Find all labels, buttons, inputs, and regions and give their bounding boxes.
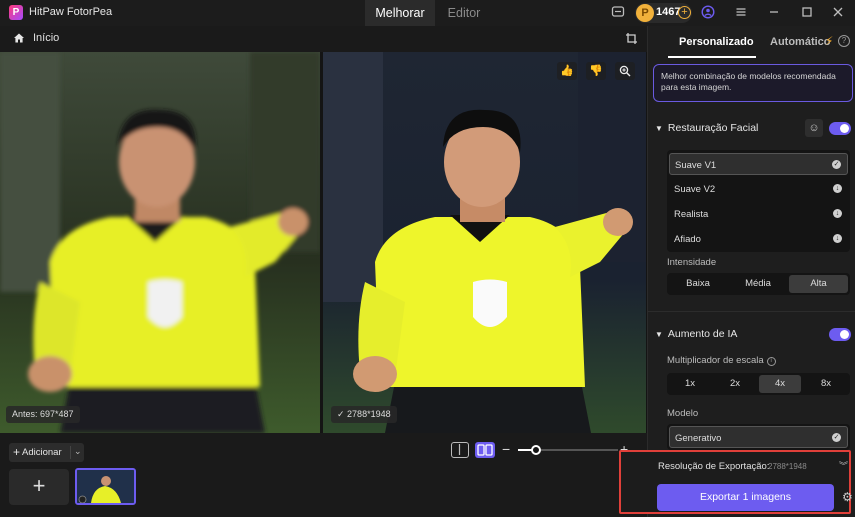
zoom-slider-handle[interactable] — [531, 445, 541, 455]
face-model-label: Suave V2 — [674, 184, 716, 195]
face-model-list: Suave V1 ✓ Suave V2 ↓ Realista ↓ Afiado ↓ — [667, 150, 850, 252]
coin-icon: P — [636, 4, 654, 22]
title-bar: P HitPaw FotorPea Melhorar Editor P 1467… — [0, 0, 855, 26]
scale-selector: 1x 2x 4x 8x — [667, 373, 850, 395]
app-name: HitPaw FotorPea — [29, 6, 113, 18]
face-model-suave-v2[interactable]: Suave V2 ↓ — [669, 178, 848, 200]
info-icon[interactable]: i — [766, 357, 776, 366]
face-model-suave-v1[interactable]: Suave V1 ✓ — [669, 153, 848, 175]
scale-8x[interactable]: 8x — [804, 375, 848, 393]
lightning-icon: ⚡ — [825, 34, 834, 48]
face-icon[interactable]: ☺ — [805, 119, 823, 137]
face-restoration-header[interactable]: ▼ Restauração Facial — [655, 122, 758, 134]
coin-count: 1467 — [656, 6, 681, 18]
gear-icon[interactable]: ⚙ — [842, 490, 853, 504]
before-image — [0, 52, 320, 433]
scale-label-row: Multiplicador de escala i — [667, 355, 776, 366]
zoom-out-icon[interactable]: − — [502, 441, 510, 457]
minimize-icon[interactable] — [766, 5, 782, 21]
after-image — [323, 52, 646, 433]
menu-icon[interactable] — [733, 5, 749, 21]
active-tab-indicator — [668, 56, 756, 58]
upscale-model-generativo[interactable]: Generativo ✓ — [669, 426, 848, 448]
after-size-badge: ✓ 2788*1948 — [331, 406, 397, 423]
intensity-alta[interactable]: Alta — [789, 275, 848, 293]
double-chevron-icon[interactable]: ︾ — [839, 459, 848, 472]
export-button[interactable]: Exportar 1 imagens — [657, 484, 834, 511]
download-icon[interactable]: ↓ — [833, 184, 842, 193]
before-image-panel: Antes: 697*487 — [0, 52, 320, 433]
after-image-panel: 👍 👎 ✓ 2788*1948 — [323, 52, 646, 433]
recommendation-tip: Melhor combinação de modelos recomendada… — [653, 64, 853, 102]
thumbs-down-icon[interactable]: 👎 — [586, 62, 606, 80]
check-icon: ✓ — [337, 409, 348, 419]
bottom-toolbar: + Adicionar ⌄ + − + — [0, 433, 647, 517]
before-size-badge: Antes: 697*487 — [6, 406, 80, 423]
side-by-side-view-icon[interactable] — [475, 442, 495, 458]
download-icon[interactable]: ↓ — [833, 234, 842, 243]
chat-icon[interactable] — [610, 5, 626, 21]
tab-melhorar[interactable]: Melhorar — [365, 0, 435, 26]
upscale-model-label: Generativo — [675, 433, 722, 444]
breadcrumb-home[interactable]: Início — [33, 32, 59, 44]
crop-icon[interactable] — [625, 32, 638, 45]
intensity-baixa[interactable]: Baixa — [669, 275, 727, 293]
face-model-label: Afiado — [674, 234, 701, 245]
check-circle-icon: ✓ — [832, 160, 841, 169]
close-icon[interactable] — [830, 5, 846, 21]
add-button[interactable]: + Adicionar ⌄ — [9, 443, 84, 462]
export-panel: Resolução de Exportação: 2788*1948 ︾ Exp… — [619, 450, 853, 514]
scale-1x[interactable]: 1x — [669, 375, 711, 393]
thumbs-up-icon[interactable]: 👍 — [557, 62, 577, 80]
download-icon[interactable]: ↓ — [833, 209, 842, 218]
after-size-value: 2788*1948 — [347, 409, 391, 419]
caret-down-icon: ▼ — [655, 330, 663, 339]
face-restoration-title: Restauração Facial — [667, 122, 759, 134]
add-button-label: Adicionar — [22, 447, 62, 458]
face-model-label: Realista — [674, 209, 709, 220]
export-resolution-value: 2788*1948 — [768, 462, 807, 471]
split-view-icon[interactable] — [451, 442, 469, 458]
scale-2x[interactable]: 2x — [714, 375, 756, 393]
ai-upscale-header[interactable]: ▼ Aumento de IA — [655, 328, 737, 340]
help-icon[interactable]: ? — [838, 35, 850, 47]
zoom-in-icon[interactable] — [615, 62, 635, 80]
section-divider — [648, 311, 855, 312]
account-icon[interactable] — [700, 5, 716, 21]
caret-down-icon: ▼ — [655, 124, 663, 133]
tab-automatico[interactable]: Automático — [770, 36, 831, 48]
check-circle-icon: ✓ — [832, 433, 841, 442]
intensity-selector: Baixa Média Alta — [667, 273, 850, 295]
home-icon[interactable] — [13, 32, 25, 44]
ai-upscale-title: Aumento de IA — [667, 328, 738, 340]
scale-label: Multiplicador de escala — [667, 355, 764, 366]
intensity-label: Intensidade — [667, 257, 717, 268]
model-label: Modelo — [667, 408, 699, 419]
face-model-afiado[interactable]: Afiado ↓ — [669, 228, 848, 250]
app-logo-icon: P — [9, 5, 23, 20]
scale-4x[interactable]: 4x — [759, 375, 801, 393]
breadcrumb: Início — [0, 26, 647, 52]
tab-personalizado[interactable]: Personalizado — [679, 36, 754, 48]
upscale-model-list: Generativo ✓ — [667, 424, 850, 450]
export-resolution-label: Resolução de Exportação: — [658, 461, 770, 472]
settings-sidebar: Personalizado Automático ⚡ ? Melhor comb… — [647, 26, 855, 517]
add-coins-icon[interactable]: + — [678, 6, 691, 19]
tab-editor[interactable]: Editor — [436, 0, 492, 26]
coin-balance[interactable]: P 1467 + — [635, 3, 692, 23]
intensity-media[interactable]: Média — [729, 275, 787, 293]
face-restoration-toggle[interactable] — [829, 122, 851, 135]
face-model-realista[interactable]: Realista ↓ — [669, 203, 848, 225]
maximize-icon[interactable] — [799, 5, 815, 21]
face-model-label: Suave V1 — [675, 160, 717, 171]
divider — [70, 446, 71, 459]
add-image-tile[interactable]: + — [9, 469, 69, 505]
chevron-down-icon[interactable]: ⌄ — [74, 446, 82, 457]
ai-upscale-toggle[interactable] — [829, 328, 851, 341]
plus-icon: + — [13, 445, 21, 459]
image-thumbnail[interactable] — [75, 468, 136, 505]
